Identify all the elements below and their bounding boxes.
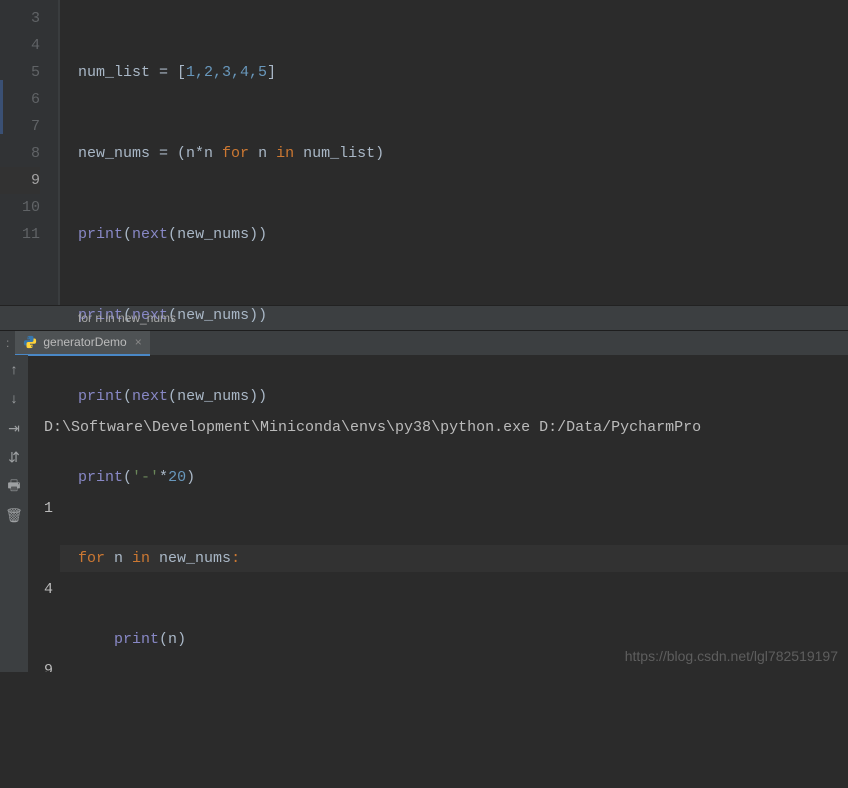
run-tab[interactable]: generatorDemo × [15, 331, 149, 356]
operator: = [ [150, 64, 186, 81]
soft-wrap-icon[interactable]: ⇥ [4, 419, 24, 439]
identifier: n*n [186, 145, 213, 162]
line-number: 9 [0, 167, 40, 194]
code-area[interactable]: num_list = [1,2,3,4,5] new_nums = (n*n f… [60, 0, 848, 305]
builtin: next [132, 226, 168, 243]
line-number: 11 [0, 221, 40, 248]
close-icon[interactable]: × [133, 335, 142, 349]
console-output[interactable]: D:\Software\Development\Miniconda\envs\p… [28, 355, 848, 672]
line-number: 3 [0, 5, 40, 32]
trash-icon[interactable]: 🗑 [4, 506, 24, 526]
keyword: for [213, 145, 258, 162]
bracket: ) [375, 145, 384, 162]
identifier: new_nums [78, 145, 150, 162]
code-line[interactable] [78, 707, 848, 734]
code-line[interactable]: print(next(new_nums)) [78, 221, 848, 248]
identifier: num_list [78, 64, 150, 81]
scroll-to-end-icon[interactable]: ⇵ [4, 448, 24, 468]
console-command: D:\Software\Development\Miniconda\envs\p… [44, 414, 848, 441]
line-number: 8 [0, 140, 40, 167]
line-number: 7 [0, 113, 40, 140]
builtin: print [78, 226, 123, 243]
bracket: ] [267, 64, 276, 81]
run-label: : [0, 336, 15, 350]
identifier: new_nums [177, 226, 249, 243]
line-gutter: 3 4 5 6 7 8 9 10 11 [0, 0, 60, 305]
code-line[interactable]: new_nums = (n*n for n in num_list) [78, 140, 848, 167]
python-icon [23, 335, 37, 349]
console-toolbar: ↑ ↓ ⇥ ⇵ 🖶 🗑 [0, 355, 28, 672]
line-number: 5 [0, 59, 40, 86]
up-icon[interactable]: ↑ [4, 361, 24, 381]
identifier: num_list [303, 145, 375, 162]
line-number: 10 [0, 194, 40, 221]
keyword: in [267, 145, 303, 162]
operator: = ( [150, 145, 186, 162]
console-line: 4 [44, 576, 848, 603]
line-number: 6 [0, 86, 40, 113]
paren: ( [168, 226, 177, 243]
paren: )) [249, 307, 267, 324]
watermark: https://blog.csdn.net/lgl782519197 [625, 648, 838, 664]
code-editor[interactable]: 3 4 5 6 7 8 9 10 11 num_list = [1,2,3,4,… [0, 0, 848, 305]
line-number: 4 [0, 32, 40, 59]
code-line[interactable]: print(next(new_nums)) [78, 302, 848, 329]
identifier: n [258, 145, 267, 162]
paren: ( [123, 226, 132, 243]
number: 1,2,3,4,5 [186, 64, 267, 81]
identifier: new_nums [177, 307, 249, 324]
run-tab-label: generatorDemo [43, 335, 126, 349]
code-line[interactable]: num_list = [1,2,3,4,5] [78, 59, 848, 86]
print-icon[interactable]: 🖶 [4, 477, 24, 497]
console-line: 1 [44, 495, 848, 522]
paren: )) [249, 226, 267, 243]
down-icon[interactable]: ↓ [4, 390, 24, 410]
